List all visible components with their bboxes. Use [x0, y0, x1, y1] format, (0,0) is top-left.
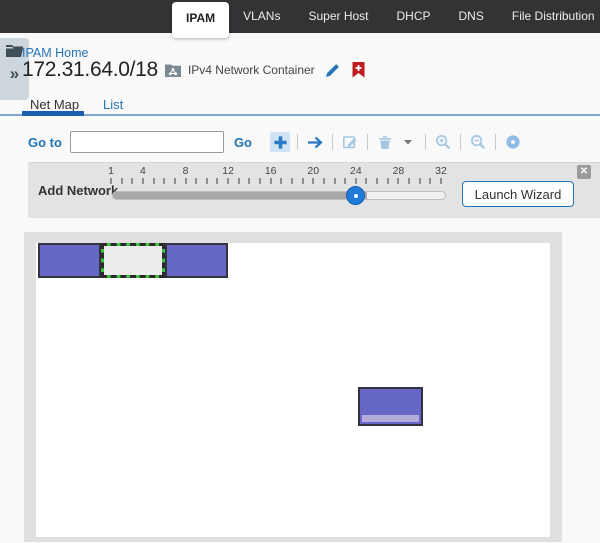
slider-tick	[312, 178, 314, 184]
slider-tick	[408, 178, 410, 184]
slider-fill	[113, 192, 367, 199]
slider-tick-label: 16	[265, 165, 277, 177]
tab-net-map[interactable]: Net Map	[30, 97, 79, 112]
slider-tick	[238, 178, 240, 184]
add-icon[interactable]	[270, 132, 290, 152]
slider-tick	[387, 178, 389, 184]
toolbar-separator	[367, 134, 368, 150]
slider-tick-label: 20	[307, 165, 319, 177]
netmap-canvas[interactable]	[36, 243, 550, 537]
nav-tab-ipam[interactable]: IPAM	[172, 2, 229, 38]
toolbar-separator	[297, 134, 298, 150]
slider-tick	[216, 178, 218, 184]
block-utilization-strip	[362, 415, 419, 422]
reset-view-icon[interactable]	[503, 132, 523, 152]
zoom-out-icon[interactable]	[468, 132, 488, 152]
slider-tick-label: 1	[108, 165, 114, 177]
close-icon[interactable]: ✕	[577, 165, 591, 179]
add-network-label: Add Network	[38, 183, 118, 198]
view-tabs: Net Map List	[0, 92, 600, 116]
nav-tab-file-distribution[interactable]: File Distribution	[498, 0, 600, 33]
slider-tick	[323, 178, 325, 184]
slider-tick	[280, 178, 282, 184]
folder-icon	[6, 44, 23, 62]
nav-tab-dhcp[interactable]: DHCP	[383, 0, 445, 33]
slider-tick	[302, 178, 304, 184]
slider-tick-label: 24	[350, 165, 362, 177]
netmap-block-selected[interactable]	[101, 243, 165, 278]
netmap-toolbar	[270, 132, 523, 152]
slider-tick	[174, 178, 176, 184]
slider-tick	[397, 178, 399, 184]
prefix-slider-handle[interactable]	[346, 186, 365, 205]
netmap-block[interactable]	[358, 387, 423, 426]
slider-tick	[440, 178, 442, 184]
slider-tick-label: 28	[393, 165, 405, 177]
slider-tick	[270, 178, 272, 184]
expand-chevrons-icon[interactable]: »	[10, 64, 19, 84]
ipam-page: IPAMVLANsSuper HostDHCPDNSFile Distribut…	[0, 0, 600, 543]
slider-tick-label: 8	[183, 165, 189, 177]
bookmark-add-icon[interactable]	[352, 62, 365, 78]
object-type-label: IPv4 Network Container	[188, 63, 315, 77]
edit-pencil-icon[interactable]	[325, 63, 340, 78]
toolbar-separator	[495, 134, 496, 150]
go-button[interactable]: Go	[234, 135, 252, 150]
slider-tick	[365, 178, 367, 184]
slider-tick	[142, 178, 144, 184]
slider-tick	[206, 178, 208, 184]
edit-icon[interactable]	[340, 132, 360, 152]
slider-tick	[248, 178, 250, 184]
goto-row: Go to Go	[28, 128, 600, 156]
toolbar-separator	[332, 134, 333, 150]
goto-label: Go to	[28, 135, 62, 150]
slider-tick	[121, 178, 123, 184]
prefix-slider-track[interactable]	[112, 191, 446, 200]
top-nav-tabs: IPAMVLANsSuper HostDHCPDNSFile Distribut…	[0, 0, 600, 33]
slider-tick-label: 12	[222, 165, 234, 177]
toolbar-separator	[425, 134, 426, 150]
slider-tick	[355, 178, 357, 184]
nav-tab-dns[interactable]: DNS	[445, 0, 498, 33]
delete-icon[interactable]	[375, 132, 395, 152]
delete-caret-icon[interactable]	[398, 132, 418, 152]
slider-tick	[291, 178, 293, 184]
slider-tick	[110, 178, 112, 184]
netmap-block[interactable]	[165, 243, 228, 278]
go-arrow-icon[interactable]	[305, 132, 325, 152]
add-network-panel: Add Network 1 4 8 12 16 20 24 28 32 Launch Wizar…	[28, 162, 600, 218]
active-tab-underline	[22, 111, 84, 116]
network-container-icon	[165, 63, 181, 77]
slider-tick	[344, 178, 346, 184]
slider-tick	[131, 178, 133, 184]
slider-tick	[153, 178, 155, 184]
slider-tick	[195, 178, 197, 184]
netmap-frame	[24, 232, 562, 542]
slider-tick	[429, 178, 431, 184]
page-title: 172.31.64.0/18	[22, 58, 158, 82]
tab-list[interactable]: List	[103, 97, 123, 112]
slider-tick	[185, 178, 187, 184]
goto-input[interactable]	[70, 131, 224, 153]
netmap-block[interactable]	[38, 243, 101, 278]
slider-tick	[419, 178, 421, 184]
launch-wizard-button[interactable]: Launch Wizard	[462, 181, 574, 207]
slider-tick	[334, 178, 336, 184]
slider-tick	[259, 178, 261, 184]
nav-tab-super-host[interactable]: Super Host	[294, 0, 382, 33]
slider-tick	[163, 178, 165, 184]
nav-tab-vlans[interactable]: VLANs	[229, 0, 294, 33]
slider-tick-label: 32	[435, 165, 447, 177]
slider-tick	[227, 178, 229, 184]
slider-tick	[376, 178, 378, 184]
slider-tick-label: 4	[140, 165, 146, 177]
zoom-in-icon[interactable]	[433, 132, 453, 152]
toolbar-separator	[460, 134, 461, 150]
header: 172.31.64.0/18 IPv4 Network Container	[22, 58, 365, 82]
